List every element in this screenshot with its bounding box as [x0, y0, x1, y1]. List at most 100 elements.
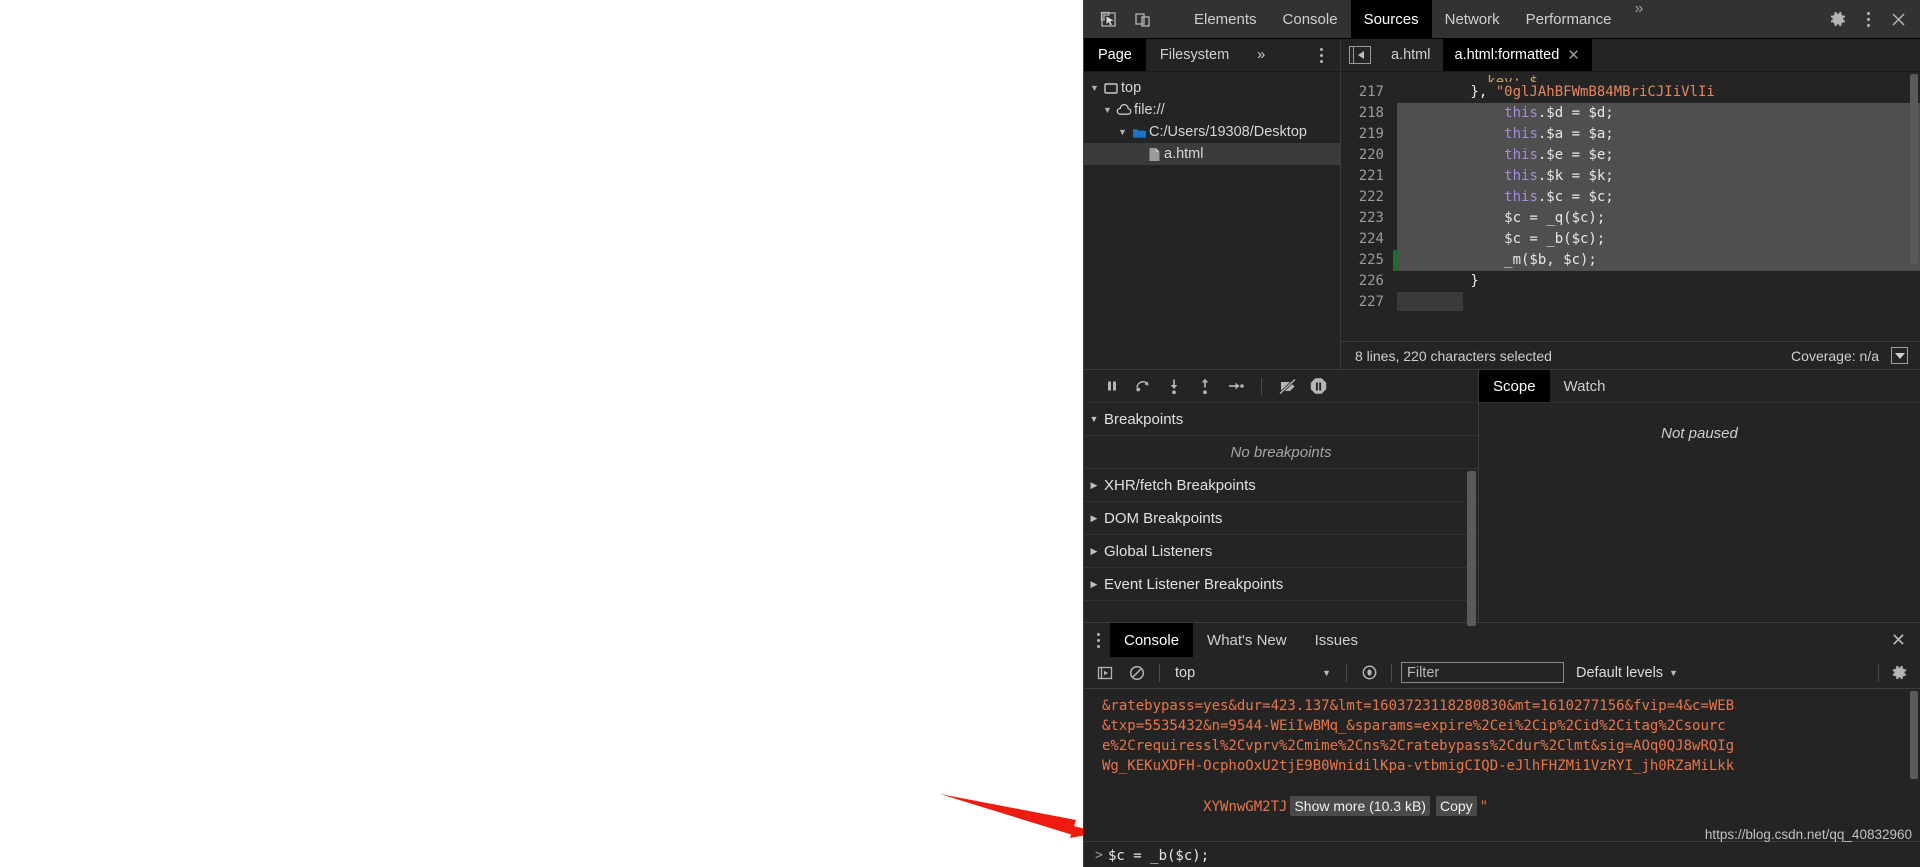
tree-item-top[interactable]: ▼ top: [1084, 77, 1340, 99]
chevron-right-icon[interactable]: ▶: [1084, 480, 1104, 491]
drawer-tab-console[interactable]: Console: [1110, 623, 1194, 657]
more-options-icon[interactable]: [1854, 5, 1882, 33]
drawer-tab-issues[interactable]: Issues: [1301, 623, 1372, 657]
code-line[interactable]: 224 $c = _b($c);: [1341, 229, 1920, 250]
code-line[interactable]: 219 this.$a = $a;: [1341, 124, 1920, 145]
gear-icon[interactable]: [1886, 660, 1912, 686]
close-icon[interactable]: [1884, 5, 1912, 33]
code-line[interactable]: 222 this.$c = $c;: [1341, 187, 1920, 208]
scope-watch-tabs: Scope Watch: [1479, 370, 1920, 403]
code-token: this: [1504, 147, 1538, 163]
devtools-left-icons: [1084, 0, 1181, 38]
line-number: 227: [1341, 292, 1393, 313]
code-line[interactable]: 218 this.$d = $d;: [1341, 103, 1920, 124]
editor-tab-a-html[interactable]: a.html: [1379, 39, 1443, 71]
close-icon[interactable]: ✕: [1877, 623, 1920, 657]
nav-tab-filesystem[interactable]: Filesystem: [1146, 39, 1243, 71]
chevron-down-icon[interactable]: ▼: [1088, 83, 1101, 93]
code-line[interactable]: 226 }: [1341, 271, 1920, 292]
gear-icon[interactable]: [1824, 5, 1852, 33]
tree-item-desktop-folder[interactable]: ▼ C:/Users/19308/Desktop: [1084, 121, 1340, 143]
breakpoints-empty-message: No breakpoints: [1084, 436, 1478, 469]
tab-console[interactable]: Console: [1270, 0, 1351, 38]
chevron-down-icon[interactable]: ▼: [1101, 105, 1114, 115]
drawer-tab-whats-new[interactable]: What's New: [1193, 623, 1301, 657]
close-icon[interactable]: ✕: [1567, 46, 1580, 64]
source-editor: key: $ 217 }, "0glJAhBFWmB84MBriCJIiVlIi…: [1341, 72, 1920, 369]
copy-button[interactable]: Copy: [1435, 796, 1477, 816]
nav-tab-more-icon[interactable]: »: [1243, 39, 1279, 71]
console-output[interactable]: &ratebypass=yes&dur=423.137&lmt=16037231…: [1084, 689, 1920, 867]
console-input-line[interactable]: > $c = _b($c);: [1084, 845, 1920, 867]
console-message-string[interactable]: &ratebypass=yes&dur=423.137&lmt=16037231…: [1084, 689, 1920, 837]
toolbar-divider: [1261, 377, 1262, 395]
tab-network[interactable]: Network: [1432, 0, 1513, 38]
line-number: 226: [1341, 271, 1393, 292]
chevron-right-icon[interactable]: ▶: [1084, 546, 1104, 557]
console-sidebar-icon[interactable]: [1092, 660, 1118, 686]
editor-tab-a-html-formatted[interactable]: a.html:formatted ✕: [1442, 39, 1592, 71]
code-token: .$d = $d;: [1537, 105, 1614, 121]
code-line[interactable]: key: $: [1341, 72, 1920, 82]
section-event-listener-breakpoints[interactable]: ▶ Event Listener Breakpoints: [1084, 568, 1478, 601]
tab-performance[interactable]: Performance: [1513, 0, 1625, 38]
code-line[interactable]: 221 this.$k = $k;: [1341, 166, 1920, 187]
chevron-right-icon[interactable]: ▶: [1084, 513, 1104, 524]
step-icon[interactable]: [1222, 373, 1249, 400]
section-global-listeners[interactable]: ▶ Global Listeners: [1084, 535, 1478, 568]
section-xhr-fetch-breakpoints[interactable]: ▶ XHR/fetch Breakpoints: [1084, 469, 1478, 502]
section-breakpoints[interactable]: ▼ Breakpoints: [1084, 403, 1478, 436]
chevron-right-icon[interactable]: ▶: [1084, 579, 1104, 590]
step-into-icon[interactable]: [1160, 373, 1187, 400]
console-log-levels-selector[interactable]: Default levels ▼: [1570, 665, 1684, 681]
show-drawer-icon[interactable]: [1891, 347, 1908, 364]
navigator-more-options-icon[interactable]: [1310, 39, 1332, 71]
code-token: key: $: [1403, 74, 1538, 82]
show-more-button[interactable]: Show more (10.3 kB): [1290, 796, 1430, 816]
pause-on-exceptions-icon[interactable]: [1305, 373, 1332, 400]
tab-elements[interactable]: Elements: [1181, 0, 1270, 38]
deactivate-breakpoints-icon[interactable]: [1274, 373, 1301, 400]
resume-script-execution-icon[interactable]: [1098, 373, 1125, 400]
console-input-value[interactable]: $c = _b($c);: [1108, 846, 1209, 866]
editor-vertical-scrollbar[interactable]: [1910, 74, 1918, 264]
tab-scope[interactable]: Scope: [1479, 370, 1550, 402]
console-vertical-scrollbar[interactable]: [1910, 691, 1918, 779]
step-out-icon[interactable]: [1191, 373, 1218, 400]
more-tabs-icon[interactable]: »: [1625, 0, 1654, 38]
section-dom-breakpoints[interactable]: ▶ DOM Breakpoints: [1084, 502, 1478, 535]
nav-tab-page[interactable]: Page: [1084, 39, 1146, 71]
console-toolbar-right: [1875, 660, 1912, 686]
tree-item-a-html[interactable]: a.html: [1084, 143, 1340, 165]
code-viewer[interactable]: key: $ 217 }, "0glJAhBFWmB84MBriCJIiVlIi…: [1341, 72, 1920, 341]
code-line[interactable]: 220 this.$e = $e;: [1341, 145, 1920, 166]
step-over-icon[interactable]: [1129, 373, 1156, 400]
device-toolbar-icon[interactable]: [1128, 5, 1156, 33]
tree-item-label: file://: [1134, 102, 1165, 118]
line-number: 225: [1341, 250, 1393, 271]
console-context-selector[interactable]: top ▼: [1169, 662, 1337, 684]
clear-console-icon[interactable]: [1124, 660, 1150, 686]
code-line[interactable]: 227: [1341, 292, 1920, 313]
chevron-down-icon[interactable]: ▼: [1116, 127, 1129, 137]
code-line[interactable]: 217 }, "0glJAhBFWmB84MBriCJIiVlIi: [1341, 82, 1920, 103]
toolbar-divider: [1346, 663, 1347, 682]
tab-watch[interactable]: Watch: [1550, 370, 1620, 402]
breakpoints-vertical-scrollbar[interactable]: [1467, 471, 1476, 626]
collapse-navigator-icon[interactable]: [1349, 46, 1371, 64]
code-line-execution[interactable]: 225 _m($b, $c);: [1341, 250, 1920, 271]
code-line[interactable]: 223 $c = _q($c);: [1341, 208, 1920, 229]
tab-sources[interactable]: Sources: [1350, 0, 1432, 38]
inspect-element-icon[interactable]: [1094, 5, 1122, 33]
scope-empty-message: Not paused: [1661, 425, 1738, 442]
debugger-region: ▼ Breakpoints No breakpoints ▶ XHR/fetch…: [1084, 369, 1920, 626]
chevron-down-icon[interactable]: ▼: [1084, 414, 1104, 424]
drawer-more-options-icon[interactable]: [1086, 623, 1110, 657]
tree-item-file-scheme[interactable]: ▼ file://: [1084, 99, 1340, 121]
live-expression-icon[interactable]: [1356, 660, 1382, 686]
editor-status-right: Coverage: n/a: [1791, 347, 1916, 364]
devtools-right-icons: [1809, 0, 1920, 38]
line-number: 223: [1341, 208, 1393, 229]
console-filter-input[interactable]: [1401, 662, 1564, 683]
